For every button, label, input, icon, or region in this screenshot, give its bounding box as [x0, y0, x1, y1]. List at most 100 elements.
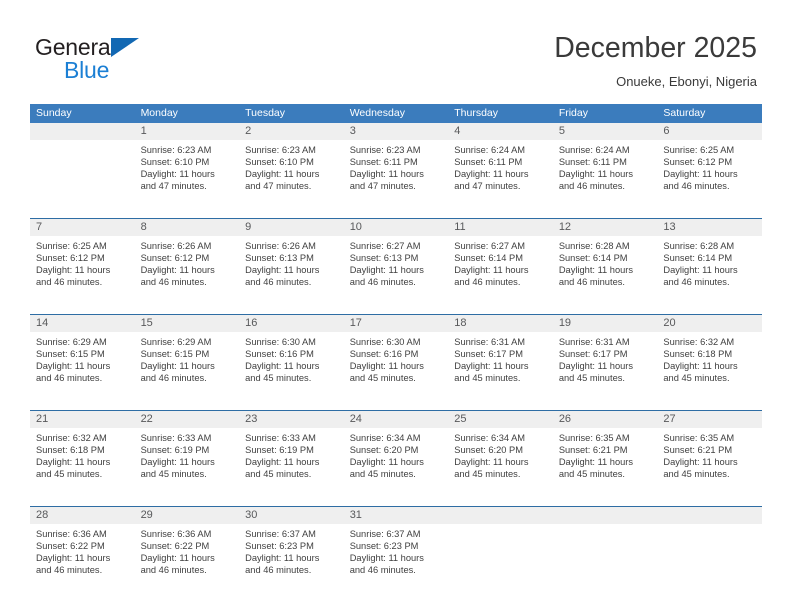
- day-number-9[interactable]: 9: [239, 219, 344, 236]
- day-number-13[interactable]: 13: [657, 219, 762, 236]
- day-cell-3[interactable]: Sunrise: 6:23 AM Sunset: 6:11 PM Daylight:…: [344, 140, 449, 211]
- day-cell-28[interactable]: Sunrise: 6:36 AM Sunset: 6:22 PM Daylight:…: [30, 524, 135, 595]
- day-number-31[interactable]: 31: [344, 507, 449, 524]
- day-8-sunset: Sunset: 6:12 PM: [140, 253, 210, 264]
- day-number-empty: [448, 507, 553, 524]
- day-22-sunset: Sunset: 6:19 PM: [140, 445, 210, 456]
- day-26-daylight2: and 45 minutes.: [558, 469, 625, 480]
- day-cell-15[interactable]: Sunrise: 6:29 AM Sunset: 6:15 PM Daylight:…: [135, 332, 240, 403]
- day-6-sunset: Sunset: 6:12 PM: [663, 157, 733, 168]
- day-number-17[interactable]: 17: [344, 315, 449, 332]
- weekday-header-row: Sunday Monday Tuesday Wednesday Thursday Frid…: [30, 104, 762, 123]
- day-cell-11[interactable]: Sunrise: 6:27 AM Sunset: 6:14 PM Daylight:…: [448, 236, 553, 307]
- day-number-7[interactable]: 7: [30, 219, 135, 236]
- day-cell-5[interactable]: Sunrise: 6:24 AM Sunset: 6:11 PM Daylight:…: [553, 140, 658, 211]
- day-number-22[interactable]: 22: [135, 411, 240, 428]
- day-number-24[interactable]: 24: [344, 411, 449, 428]
- day-cell-26[interactable]: Sunrise: 6:35 AM Sunset: 6:21 PM Daylight:…: [553, 428, 658, 499]
- day-25-daylight1: Daylight: 11 hours: [454, 457, 529, 468]
- day-cell-24[interactable]: Sunrise: 6:34 AM Sunset: 6:20 PM Daylight:…: [344, 428, 449, 499]
- day-cell-2[interactable]: Sunrise: 6:23 AM Sunset: 6:10 PM Daylight:…: [239, 140, 344, 211]
- day-number-20[interactable]: 20: [657, 315, 762, 332]
- day-6-daylight1: Daylight: 11 hours: [663, 169, 738, 180]
- day-cell-13[interactable]: Sunrise: 6:28 AM Sunset: 6:14 PM Daylight:…: [657, 236, 762, 307]
- day-cell-19[interactable]: Sunrise: 6:31 AM Sunset: 6:17 PM Daylight:…: [553, 332, 658, 403]
- day-cell-29[interactable]: Sunrise: 6:36 AM Sunset: 6:22 PM Daylight:…: [135, 524, 240, 595]
- day-number-1[interactable]: 1: [135, 123, 240, 140]
- day-18-daylight2: and 45 minutes.: [454, 373, 521, 384]
- day-number-30[interactable]: 30: [239, 507, 344, 524]
- day-number-10[interactable]: 10: [344, 219, 449, 236]
- day-number-14[interactable]: 14: [30, 315, 135, 332]
- day-number-3[interactable]: 3: [344, 123, 449, 140]
- day-12-sunset: Sunset: 6:14 PM: [558, 253, 628, 264]
- day-number-26[interactable]: 26: [553, 411, 658, 428]
- day-cell-25[interactable]: Sunrise: 6:34 AM Sunset: 6:20 PM Daylight:…: [448, 428, 553, 499]
- triangle-icon: [111, 38, 139, 57]
- day-cell-10[interactable]: Sunrise: 6:27 AM Sunset: 6:13 PM Daylight:…: [344, 236, 449, 307]
- day-number-18[interactable]: 18: [448, 315, 553, 332]
- calendar-week-row: 7 8 9 10 11 12 13 Sunrise: 6:25 AM Sunset: 6:12 …: [30, 218, 762, 307]
- day-30-daylight1: Daylight: 11 hours: [245, 553, 320, 564]
- day-11-daylight2: and 46 minutes.: [454, 277, 521, 288]
- day-number-16[interactable]: 16: [239, 315, 344, 332]
- day-cell-16[interactable]: Sunrise: 6:30 AM Sunset: 6:16 PM Daylight:…: [239, 332, 344, 403]
- day-number-29[interactable]: 29: [135, 507, 240, 524]
- day-4-daylight1: Daylight: 11 hours: [454, 169, 529, 180]
- day-cell-31[interactable]: Sunrise: 6:37 AM Sunset: 6:23 PM Daylight:…: [344, 524, 449, 595]
- day-number-21[interactable]: 21: [30, 411, 135, 428]
- day-cell-21[interactable]: Sunrise: 6:32 AM Sunset: 6:18 PM Daylight:…: [30, 428, 135, 499]
- day-7-daylight2: and 46 minutes.: [36, 277, 103, 288]
- day-21-daylight1: Daylight: 11 hours: [36, 457, 111, 468]
- day-29-daylight2: and 46 minutes.: [140, 565, 207, 576]
- day-cell-1[interactable]: Sunrise: 6:23 AM Sunset: 6:10 PM Daylight:…: [135, 140, 240, 211]
- day-cell-14[interactable]: Sunrise: 6:29 AM Sunset: 6:15 PM Daylight:…: [30, 332, 135, 403]
- day-10-daylight2: and 46 minutes.: [349, 277, 416, 288]
- day-30-sunrise: Sunrise: 6:37 AM: [245, 529, 316, 539]
- day-number-15[interactable]: 15: [135, 315, 240, 332]
- day-cell-12[interactable]: Sunrise: 6:28 AM Sunset: 6:14 PM Daylight:…: [553, 236, 658, 307]
- day-cell-empty: [657, 524, 762, 595]
- day-cell-23[interactable]: Sunrise: 6:33 AM Sunset: 6:19 PM Daylight:…: [239, 428, 344, 499]
- day-number-11[interactable]: 11: [448, 219, 553, 236]
- day-number-4[interactable]: 4: [448, 123, 553, 140]
- day-20-daylight2: and 45 minutes.: [663, 373, 730, 384]
- day-number-23[interactable]: 23: [239, 411, 344, 428]
- day-number-2[interactable]: 2: [239, 123, 344, 140]
- day-number-25[interactable]: 25: [448, 411, 553, 428]
- day-number-12[interactable]: 12: [553, 219, 658, 236]
- day-number-6[interactable]: 6: [657, 123, 762, 140]
- day-cell-27[interactable]: Sunrise: 6:35 AM Sunset: 6:21 PM Daylight:…: [657, 428, 762, 499]
- week-spacer: [30, 499, 762, 506]
- day-14-daylight2: and 46 minutes.: [36, 373, 103, 384]
- day-number-19[interactable]: 19: [553, 315, 658, 332]
- day-cell-8[interactable]: Sunrise: 6:26 AM Sunset: 6:12 PM Daylight:…: [135, 236, 240, 307]
- day-23-daylight1: Daylight: 11 hours: [245, 457, 320, 468]
- day-cell-30[interactable]: Sunrise: 6:37 AM Sunset: 6:23 PM Daylight:…: [239, 524, 344, 595]
- day-cell-4[interactable]: Sunrise: 6:24 AM Sunset: 6:11 PM Daylight:…: [448, 140, 553, 211]
- day-1-sunset: Sunset: 6:10 PM: [140, 157, 210, 168]
- day-number-28[interactable]: 28: [30, 507, 135, 524]
- day-cell-17[interactable]: Sunrise: 6:30 AM Sunset: 6:16 PM Daylight:…: [344, 332, 449, 403]
- day-cell-18[interactable]: Sunrise: 6:31 AM Sunset: 6:17 PM Daylight:…: [448, 332, 553, 403]
- day-cell-22[interactable]: Sunrise: 6:33 AM Sunset: 6:19 PM Daylight:…: [135, 428, 240, 499]
- day-2-daylight1: Daylight: 11 hours: [245, 169, 320, 180]
- day-4-daylight2: and 47 minutes.: [454, 181, 521, 192]
- day-17-sunrise: Sunrise: 6:30 AM: [349, 337, 421, 347]
- day-cell-6[interactable]: Sunrise: 6:25 AM Sunset: 6:12 PM Daylight:…: [657, 140, 762, 211]
- day-cell-9[interactable]: Sunrise: 6:26 AM Sunset: 6:13 PM Daylight:…: [239, 236, 344, 307]
- day-24-sunrise: Sunrise: 6:34 AM: [349, 433, 421, 443]
- day-19-daylight2: and 45 minutes.: [558, 373, 625, 384]
- day-20-sunset: Sunset: 6:18 PM: [663, 349, 733, 360]
- general-blue-logo[interactable]: General Blue: [35, 34, 255, 86]
- day-number-strip: 14 15 16 17 18 19 20: [30, 315, 762, 332]
- week-spacer: [30, 211, 762, 218]
- day-2-daylight2: and 47 minutes.: [245, 181, 312, 192]
- day-number-8[interactable]: 8: [135, 219, 240, 236]
- day-6-daylight2: and 46 minutes.: [663, 181, 730, 192]
- day-26-sunrise: Sunrise: 6:35 AM: [558, 433, 630, 443]
- day-cell-7[interactable]: Sunrise: 6:25 AM Sunset: 6:12 PM Daylight:…: [30, 236, 135, 307]
- day-number-27[interactable]: 27: [657, 411, 762, 428]
- day-number-5[interactable]: 5: [553, 123, 658, 140]
- day-cell-20[interactable]: Sunrise: 6:32 AM Sunset: 6:18 PM Daylight:…: [657, 332, 762, 403]
